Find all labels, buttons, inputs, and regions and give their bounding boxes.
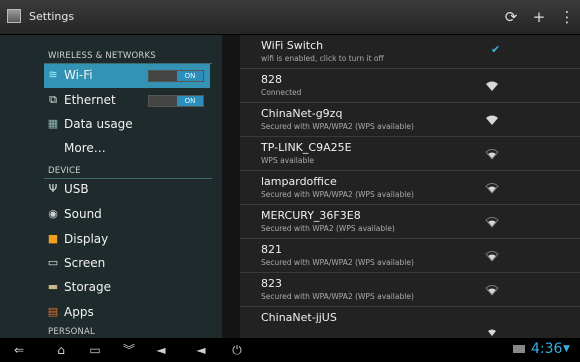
wifi-signal-icon xyxy=(486,81,498,91)
storage-icon: ▬ xyxy=(47,280,59,293)
wifi-switch-row[interactable]: WiFi Switch wifi is enabled, click to tu… xyxy=(240,35,580,69)
network-status: Secured with WPA/WPA2 (WPS available) xyxy=(261,258,414,267)
sidebar-item-label: Ethernet xyxy=(64,93,116,107)
section-header-device: DEVICE xyxy=(48,166,81,176)
network-name: MERCURY_36F3E8 xyxy=(261,209,361,222)
wifi-signal-lock-icon xyxy=(485,183,499,194)
power-icon[interactable]: ⏻ xyxy=(228,342,246,358)
network-row[interactable]: 823 Secured with WPA/WPA2 (WPS available… xyxy=(240,273,580,307)
overflow-menu-icon[interactable]: ⋮ xyxy=(556,7,578,27)
sidebar-item-label: Wi-Fi xyxy=(64,68,93,82)
sidebar-item-display[interactable]: ■ Display xyxy=(44,228,210,252)
display-icon: ■ xyxy=(47,232,59,245)
network-name: lampardoffice xyxy=(261,175,337,188)
screen-icon: ▭ xyxy=(47,256,59,269)
toggle-knob: ON xyxy=(177,96,203,106)
status-clock: 4:36 xyxy=(531,341,563,357)
network-row[interactable]: lampardoffice Secured with WPA/WPA2 (WPS… xyxy=(240,171,580,205)
sidebar-item-more[interactable]: More… xyxy=(44,137,210,161)
list-item-subtitle: wifi is enabled, click to turn it off xyxy=(261,54,384,63)
apps-icon: ▤ xyxy=(47,305,59,318)
sidebar-item-sound[interactable]: ◉ Sound xyxy=(44,203,210,227)
sidebar-item-usb[interactable]: Ψ USB xyxy=(44,178,210,202)
network-status: Secured with WPA/WPA2 (WPS available) xyxy=(261,122,414,131)
wifi-signal-lock-icon xyxy=(485,251,499,262)
settings-sidebar: WIRELESS & NETWORKS ≋ Wi-Fi ON ⧉ Etherne… xyxy=(0,35,222,338)
section-header-personal: PERSONAL xyxy=(48,327,95,337)
data-usage-icon: ▦ xyxy=(47,117,59,130)
app-title: Settings xyxy=(29,10,75,23)
wifi-icon: ≋ xyxy=(48,68,58,81)
sidebar-item-label: Storage xyxy=(64,280,111,294)
network-row[interactable]: 828 Connected xyxy=(240,69,580,103)
sound-icon: ◉ xyxy=(48,207,58,220)
hide-bar-icon[interactable]: ︾ xyxy=(120,342,138,358)
network-name: ChinaNet-g9zq xyxy=(261,107,343,120)
sidebar-item-label: Screen xyxy=(64,256,106,270)
network-row[interactable]: ChinaNet-jjUS xyxy=(240,307,580,338)
recent-apps-icon[interactable]: ▭ xyxy=(86,342,104,358)
network-status: Secured with WPA/WPA2 (WPS available) xyxy=(261,190,414,199)
network-name: 821 xyxy=(261,243,282,256)
sidebar-item-storage[interactable]: ▬ Storage xyxy=(44,276,210,300)
wifi-signal-lock-icon xyxy=(486,115,498,125)
volume-up-icon[interactable]: ◄ xyxy=(192,342,210,358)
sidebar-item-apps[interactable]: ▤ Apps xyxy=(44,301,210,325)
ethernet-icon: ⧉ xyxy=(49,93,57,106)
sidebar-item-label: Apps xyxy=(64,305,94,319)
network-name: TP-LINK_C9A25E xyxy=(261,141,352,154)
network-status: WPS available xyxy=(261,156,314,165)
wifi-signal-lock-icon xyxy=(488,329,496,336)
volume-down-icon[interactable]: ◄ xyxy=(152,342,170,358)
network-status: Secured with WPA2 (WPS available) xyxy=(261,224,395,233)
network-row[interactable]: TP-LINK_C9A25E WPS available xyxy=(240,137,580,171)
network-row[interactable]: 821 Secured with WPA/WPA2 (WPS available… xyxy=(240,239,580,273)
settings-app-icon[interactable] xyxy=(7,9,21,23)
toggle-knob: ON xyxy=(177,71,203,81)
sidebar-item-wifi[interactable]: ≋ Wi-Fi ON xyxy=(44,64,210,88)
sidebar-item-label: Sound xyxy=(64,207,102,221)
sidebar-item-label: Display xyxy=(64,232,109,246)
network-name: 828 xyxy=(261,73,282,86)
section-header-wireless: WIRELESS & NETWORKS xyxy=(48,51,156,61)
network-name: ChinaNet-jjUS xyxy=(261,311,337,324)
wifi-signal-lock-icon xyxy=(485,285,499,296)
network-row[interactable]: ChinaNet-g9zq Secured with WPA/WPA2 (WPS… xyxy=(240,103,580,137)
refresh-icon[interactable]: ⟳ xyxy=(500,7,522,27)
sidebar-item-label: More… xyxy=(64,141,106,155)
pane-divider xyxy=(226,35,238,338)
network-status: Connected xyxy=(261,88,302,97)
action-bar: Settings ⟳ + ⋮ xyxy=(0,0,580,35)
battery-icon xyxy=(513,345,525,353)
checkbox-checked-icon[interactable]: ✔ xyxy=(491,43,500,56)
system-navigation-bar: ⇐ ⌂ ▭ ︾ ◄ ◄ ⏻ 4:36 ▼ xyxy=(0,338,580,362)
network-name: 823 xyxy=(261,277,282,290)
back-icon[interactable]: ⇐ xyxy=(10,342,28,358)
sidebar-item-ethernet[interactable]: ⧉ Ethernet ON xyxy=(44,89,210,113)
wifi-networks-list: WiFi Switch wifi is enabled, click to tu… xyxy=(240,35,580,338)
sidebar-item-label: Data usage xyxy=(64,117,133,131)
sidebar-item-label: USB xyxy=(64,182,89,196)
list-item-title: WiFi Switch xyxy=(261,39,324,52)
home-icon[interactable]: ⌂ xyxy=(52,342,70,358)
sidebar-item-data-usage[interactable]: ▦ Data usage xyxy=(44,113,210,137)
ethernet-toggle[interactable]: ON xyxy=(148,95,204,107)
wifi-signal-lock-icon xyxy=(485,217,499,228)
wifi-signal-icon xyxy=(485,149,499,160)
wifi-toggle[interactable]: ON xyxy=(148,70,204,82)
sidebar-item-screen[interactable]: ▭ Screen xyxy=(44,252,210,276)
signal-icon: ▼ xyxy=(563,344,570,354)
plus-icon[interactable]: + xyxy=(528,7,550,27)
network-row[interactable]: MERCURY_36F3E8 Secured with WPA2 (WPS av… xyxy=(240,205,580,239)
usb-icon: Ψ xyxy=(48,182,58,195)
network-status: Secured with WPA/WPA2 (WPS available) xyxy=(261,292,414,301)
